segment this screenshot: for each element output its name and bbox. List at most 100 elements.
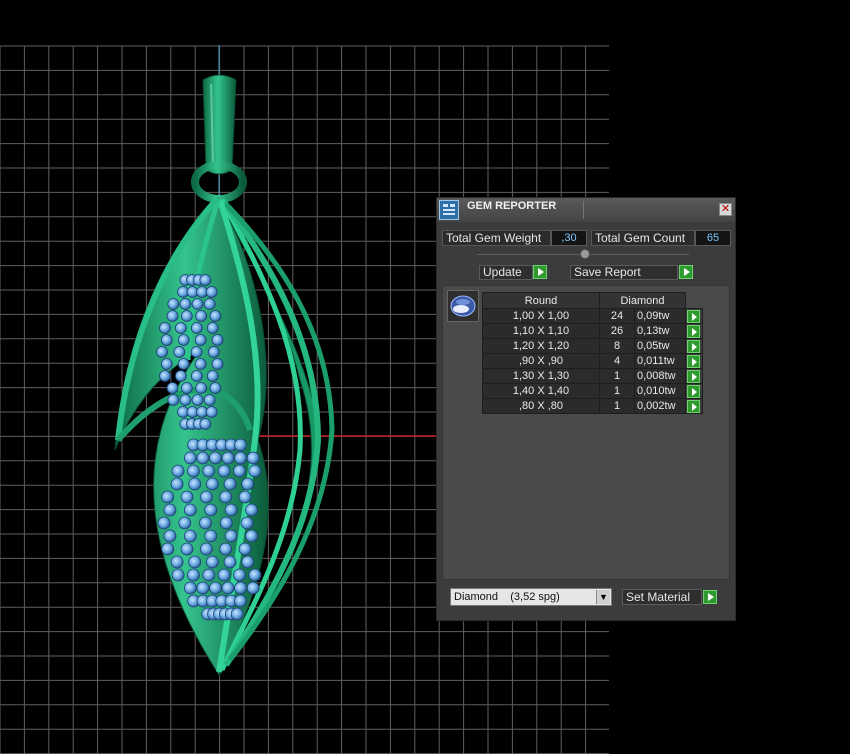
gem-count-cell: 4 [599, 353, 635, 369]
gem-stone [206, 370, 219, 382]
row-play-icon[interactable] [687, 310, 700, 323]
gem-count-cell: 1 [599, 383, 635, 399]
table-row[interactable]: ,90 X ,90 4 0,011tw [482, 353, 703, 369]
gem-stone [248, 568, 262, 582]
gem-stone [167, 298, 180, 310]
gem-count-cell: 1 [599, 368, 635, 384]
gem-stone [173, 346, 186, 358]
gem-stone [156, 346, 168, 358]
chevron-down-icon[interactable]: ▼ [596, 590, 610, 604]
gem-count-cell: 24 [599, 308, 635, 324]
gem-stone [206, 322, 219, 334]
row-play-icon[interactable] [687, 385, 700, 398]
gem-size-cell: ,90 X ,90 [482, 353, 600, 369]
row-action[interactable] [685, 398, 703, 414]
gem-stone [166, 310, 179, 322]
title-bar[interactable]: GEM REPORTER ✕ [437, 198, 735, 222]
row-play-icon[interactable] [687, 340, 700, 353]
gem-stone [204, 529, 218, 543]
gem-stone [219, 516, 233, 530]
gem-stone [234, 594, 247, 608]
gem-stone [188, 555, 202, 569]
table-row[interactable]: 1,10 X 1,10 26 0,13tw [482, 323, 703, 339]
gem-stone [170, 477, 184, 491]
gem-size-cell: 1,20 X 1,20 [482, 338, 600, 354]
gem-stone [194, 358, 207, 370]
save-report-play-icon[interactable] [679, 265, 693, 279]
gem-stone [221, 451, 235, 465]
gem-stone [203, 394, 216, 406]
gem-stone [209, 451, 222, 465]
gem-stone [171, 568, 185, 582]
gem-stone [171, 464, 185, 478]
update-play-icon[interactable] [533, 265, 547, 279]
gem-weight-cell: 0,008tw [634, 368, 686, 384]
material-dropdown[interactable]: Diamond (3,52 spg) ▼ [450, 588, 612, 606]
gem-stone [188, 477, 202, 491]
gem-size-cell: 1,30 X 1,30 [482, 368, 600, 384]
gem-stone [202, 568, 216, 582]
gem-stone [240, 516, 254, 530]
table-row[interactable]: 1,20 X 1,20 8 0,05tw [482, 338, 703, 354]
round-gem-icon[interactable] [447, 290, 479, 322]
collapse-handle[interactable] [580, 249, 590, 259]
gem-reporter-icon [439, 200, 459, 220]
gem-stone [167, 394, 180, 406]
gem-stone [195, 382, 208, 394]
row-action[interactable] [685, 308, 703, 324]
gem-stone [180, 310, 193, 322]
row-play-icon[interactable] [687, 370, 700, 383]
table-row[interactable]: 1,30 X 1,30 1 0,008tw [482, 368, 703, 384]
gem-stone [187, 464, 200, 478]
gem-stone [183, 581, 197, 595]
set-material-button[interactable]: Set Material [622, 589, 702, 605]
table-row[interactable]: ,80 X ,80 1 0,002tw [482, 398, 703, 414]
gem-stone [196, 451, 210, 465]
gem-stone [199, 490, 213, 504]
gem-stone [209, 310, 222, 322]
close-icon[interactable]: ✕ [719, 203, 732, 216]
gem-stone [202, 464, 216, 478]
gem-weight-cell: 0,011tw [634, 353, 686, 369]
column-header-shape: Round [482, 292, 600, 309]
gem-stone [163, 529, 177, 543]
gem-weight-cell: 0,002tw [634, 398, 686, 414]
gem-stone [207, 346, 220, 358]
set-material-play-icon[interactable] [703, 590, 717, 604]
row-action[interactable] [685, 323, 703, 339]
gem-stone [199, 418, 212, 430]
row-play-icon[interactable] [687, 355, 700, 368]
row-play-icon[interactable] [687, 325, 700, 338]
gem-stone [219, 490, 233, 504]
table-row[interactable]: 1,40 X 1,40 1 0,010tw [482, 383, 703, 399]
total-gem-weight-value: ,30 [551, 230, 587, 246]
gem-stone [211, 334, 224, 346]
gem-reporter-panel: GEM REPORTER ✕ Total Gem Weight ,30 Tota… [436, 197, 736, 621]
gem-stone [179, 298, 192, 310]
gem-stone [199, 542, 213, 556]
gem-stone [191, 298, 204, 310]
row-action[interactable] [685, 368, 703, 384]
row-action[interactable] [685, 353, 703, 369]
gem-stone [183, 451, 197, 465]
update-button[interactable]: Update [479, 265, 533, 280]
save-report-button[interactable]: Save Report [570, 265, 678, 280]
gem-stone [224, 503, 238, 517]
gem-stone [205, 286, 218, 298]
gem-stone [234, 451, 247, 465]
gem-stone [241, 555, 255, 569]
gem-stone [246, 581, 260, 595]
gem-stone [234, 581, 247, 595]
gem-stone [157, 516, 171, 530]
gem-stone [204, 503, 218, 517]
row-action[interactable] [685, 383, 703, 399]
row-play-icon[interactable] [687, 400, 700, 413]
total-gem-count-value: 65 [695, 230, 731, 246]
row-action[interactable] [685, 338, 703, 354]
title-divider [583, 201, 584, 219]
gem-stone [190, 322, 203, 334]
gem-stone [160, 334, 173, 346]
total-gem-count-label: Total Gem Count [591, 230, 695, 246]
table-row[interactable]: 1,00 X 1,00 24 0,09tw [482, 308, 703, 324]
gem-stone [159, 370, 171, 382]
